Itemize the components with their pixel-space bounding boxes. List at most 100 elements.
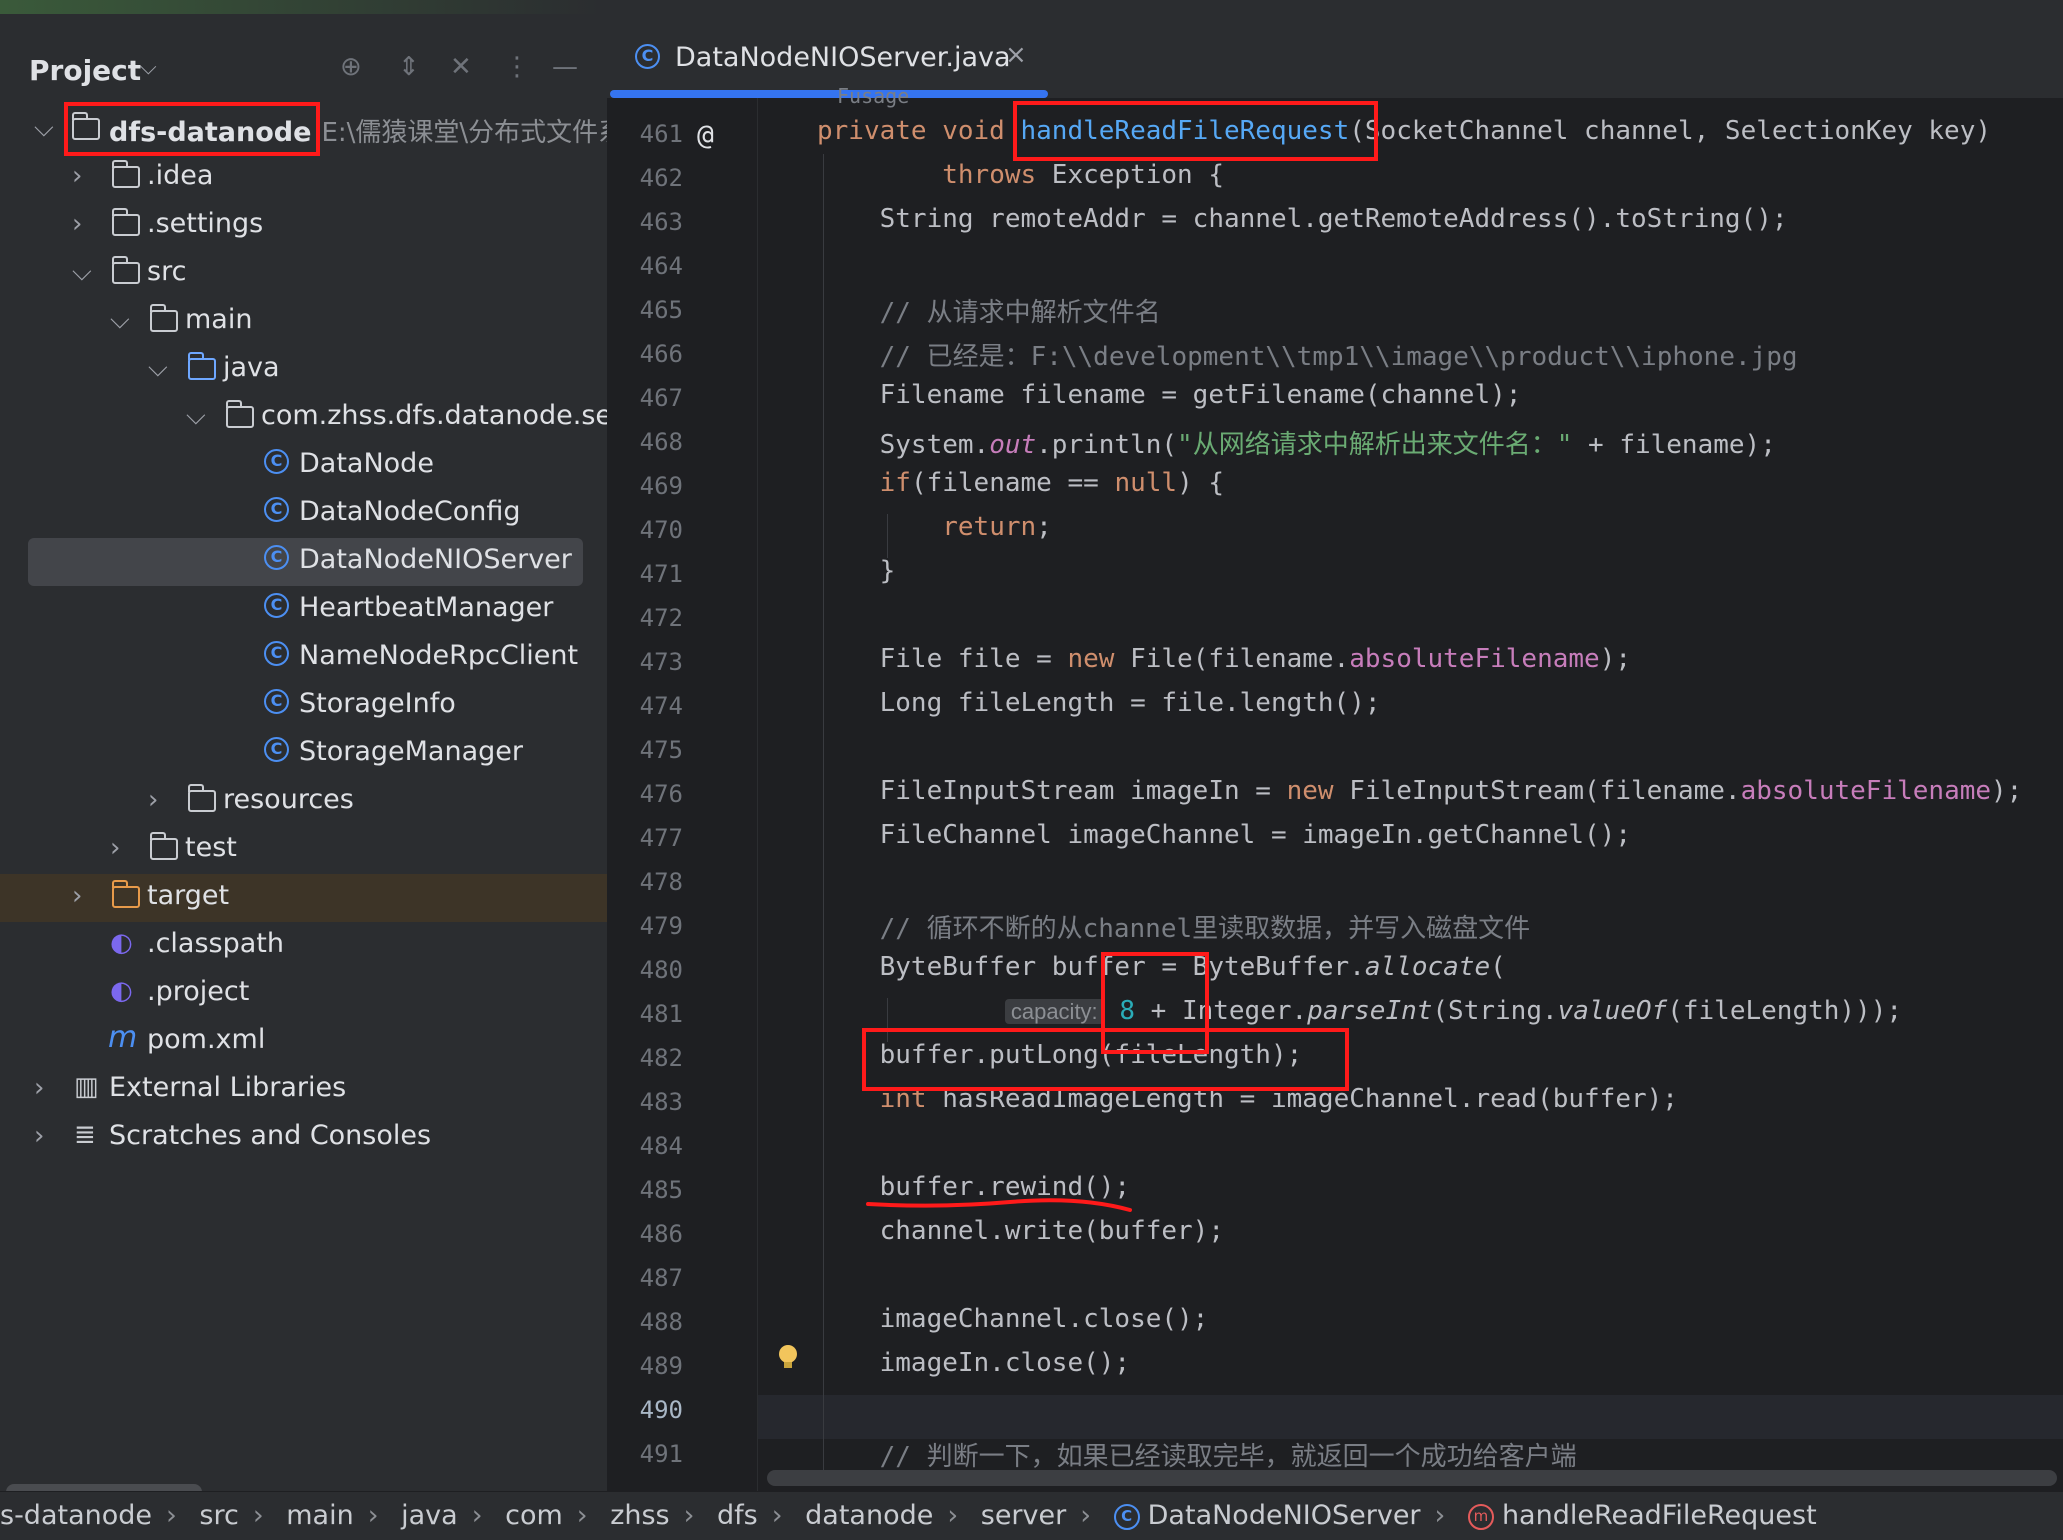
gutter-divider bbox=[757, 98, 758, 1491]
line-number: 484 bbox=[639, 1132, 683, 1160]
tree-item-idea[interactable]: › .idea bbox=[0, 154, 607, 202]
line-number: 462 bbox=[639, 164, 683, 192]
code-line: } bbox=[817, 556, 896, 586]
line-number: 486 bbox=[639, 1220, 683, 1248]
code-editor[interactable]: C DataNodeNIOServer.java × 461 462 463 4… bbox=[607, 14, 2063, 1491]
class-icon: C bbox=[264, 449, 289, 474]
folder-icon bbox=[149, 832, 178, 860]
project-horizontal-scrollbar[interactable] bbox=[6, 1484, 202, 1491]
class-icon: C bbox=[264, 593, 289, 618]
active-tab-indicator bbox=[610, 90, 1048, 98]
chevron-right-icon[interactable]: › bbox=[148, 785, 170, 815]
code-area[interactable]: Fusage private void handleReadFileReques… bbox=[817, 84, 2063, 1491]
hide-panel-icon[interactable]: — bbox=[552, 52, 578, 82]
chevron-down-icon[interactable]: ⌵ bbox=[34, 113, 56, 144]
excluded-folder-icon bbox=[111, 880, 140, 908]
chevron-right-icon[interactable]: › bbox=[34, 1073, 56, 1103]
chevron-right-icon[interactable]: › bbox=[110, 833, 132, 863]
parameter-hint: capacity: bbox=[1004, 999, 1104, 1024]
code-line: File file = new File(filename.absoluteFi… bbox=[817, 644, 1631, 674]
tree-item-external-libraries[interactable]: › ▥ External Libraries bbox=[0, 1066, 607, 1114]
locate-icon[interactable]: ⊕ bbox=[340, 52, 362, 82]
expand-all-icon[interactable]: ⇕ bbox=[398, 52, 420, 82]
class-icon: C bbox=[264, 545, 289, 570]
tree-item-settings[interactable]: › .settings bbox=[0, 202, 607, 250]
chevron-down-icon[interactable]: ⌵ bbox=[72, 257, 94, 288]
chevron-down-icon[interactable]: ⌵ bbox=[148, 353, 170, 384]
breadcrumb-item[interactable]: src bbox=[199, 1500, 238, 1531]
source-folder-icon bbox=[187, 352, 216, 380]
method-usages-icon[interactable]: @ bbox=[697, 118, 714, 151]
tab-datanodenioserver[interactable]: C DataNodeNIOServer.java × bbox=[607, 14, 1048, 98]
tree-item-namenoderpcclient[interactable]: C NameNodeRpcClient bbox=[0, 634, 607, 682]
tree-item-resources[interactable]: › resources bbox=[0, 778, 607, 826]
line-number: 479 bbox=[639, 912, 683, 940]
code-line: imageIn.close(); bbox=[817, 1348, 1131, 1378]
tree-item-heartbeatmanager[interactable]: C HeartbeatManager bbox=[0, 586, 607, 634]
breadcrumb-item[interactable]: handleReadFileRequest bbox=[1502, 1500, 1817, 1531]
line-number: 490 bbox=[639, 1396, 683, 1424]
line-number: 476 bbox=[639, 780, 683, 808]
resources-folder-icon bbox=[187, 784, 216, 812]
chevron-down-icon[interactable]: ⌵ bbox=[186, 401, 208, 432]
code-line: // 判断一下，如果已经读取完毕，就返回一个成功给客户端 bbox=[817, 1442, 1577, 1472]
libraries-icon: ▥ bbox=[74, 1072, 99, 1102]
tree-item-project[interactable]: ◐ .project bbox=[0, 970, 607, 1018]
folder-icon bbox=[111, 208, 140, 236]
editor-horizontal-scrollbar[interactable] bbox=[767, 1470, 2057, 1486]
tree-item-storagemanager[interactable]: C StorageManager bbox=[0, 730, 607, 778]
line-number: 480 bbox=[639, 956, 683, 984]
options-icon[interactable]: ⋮ bbox=[504, 52, 530, 82]
line-number-gutter[interactable]: 461 462 463 464 465 466 467 468 469 470 … bbox=[607, 98, 757, 1491]
annotation-box-putlong bbox=[862, 1028, 1349, 1091]
tree-item-pom[interactable]: m pom.xml bbox=[0, 1018, 607, 1066]
tree-item-datanodeconfig[interactable]: C DataNodeConfig bbox=[0, 490, 607, 538]
code-line: imageChannel.close(); bbox=[817, 1304, 1209, 1334]
close-icon[interactable]: × bbox=[1005, 40, 1027, 70]
breadcrumb-item[interactable]: zhss bbox=[610, 1500, 669, 1531]
breadcrumb-item[interactable]: dfs bbox=[717, 1500, 758, 1531]
tree-item-main[interactable]: ⌵ main bbox=[0, 298, 607, 346]
tree-item-storageinfo[interactable]: C StorageInfo bbox=[0, 682, 607, 730]
chevron-right-icon[interactable]: › bbox=[72, 161, 94, 191]
code-line: private void handleReadFileRequest(Socke… bbox=[817, 116, 1992, 146]
chevron-right-icon: › bbox=[1434, 1500, 1446, 1531]
chevron-right-icon: › bbox=[771, 1500, 783, 1531]
chevron-right-icon: › bbox=[947, 1500, 959, 1531]
scratches-icon: ≣ bbox=[74, 1120, 96, 1150]
chevron-right-icon[interactable]: › bbox=[72, 209, 94, 239]
breadcrumb-item[interactable]: com bbox=[505, 1500, 563, 1531]
breadcrumb-item[interactable]: s-datanode bbox=[0, 1500, 152, 1531]
tree-item-classpath[interactable]: ◐ .classpath bbox=[0, 922, 607, 970]
annotation-underline-rewind bbox=[866, 1198, 1132, 1212]
breadcrumb-item[interactable]: java bbox=[401, 1500, 458, 1531]
chevron-right-icon[interactable]: › bbox=[34, 1121, 56, 1151]
lightbulb-icon[interactable] bbox=[777, 1345, 797, 1369]
breadcrumb-item[interactable]: datanode bbox=[805, 1500, 933, 1531]
chevron-down-icon[interactable]: ⌵ bbox=[110, 305, 132, 336]
tree-item-target[interactable]: › target bbox=[0, 874, 607, 922]
tree-item-test[interactable]: › test bbox=[0, 826, 607, 874]
line-number: 471 bbox=[639, 560, 683, 588]
tree-item-datanodenioserver[interactable]: C DataNodeNIOServer bbox=[28, 538, 583, 586]
chevron-right-icon[interactable]: › bbox=[72, 881, 94, 911]
chevron-right-icon: › bbox=[471, 1500, 483, 1531]
tree-item-label: test bbox=[185, 832, 237, 863]
tree-item-java[interactable]: ⌵ java bbox=[0, 346, 607, 394]
code-line: String remoteAddr = channel.getRemoteAdd… bbox=[817, 204, 1788, 234]
tree-item-package[interactable]: ⌵ com.zhss.dfs.datanode.serv bbox=[0, 394, 607, 442]
project-view-selector[interactable]: Project bbox=[29, 54, 141, 87]
collapse-all-icon[interactable]: ✕ bbox=[450, 52, 472, 82]
line-number: 483 bbox=[639, 1088, 683, 1116]
tree-item-label: target bbox=[147, 880, 230, 911]
tree-item-label: DataNodeNIOServer bbox=[299, 544, 572, 575]
chevron-down-icon[interactable]: ⌵ bbox=[140, 55, 157, 80]
class-icon: C bbox=[264, 497, 289, 522]
tree-item-src[interactable]: ⌵ src bbox=[0, 250, 607, 298]
breadcrumb-item[interactable]: DataNodeNIOServer bbox=[1148, 1500, 1421, 1531]
tree-item-datanode[interactable]: C DataNode bbox=[0, 442, 607, 490]
breadcrumb-item[interactable]: main bbox=[286, 1500, 353, 1531]
breadcrumb-item[interactable]: server bbox=[981, 1500, 1066, 1531]
tree-item-label: Scratches and Consoles bbox=[109, 1120, 432, 1151]
tree-item-scratches[interactable]: › ≣ Scratches and Consoles bbox=[0, 1114, 607, 1162]
